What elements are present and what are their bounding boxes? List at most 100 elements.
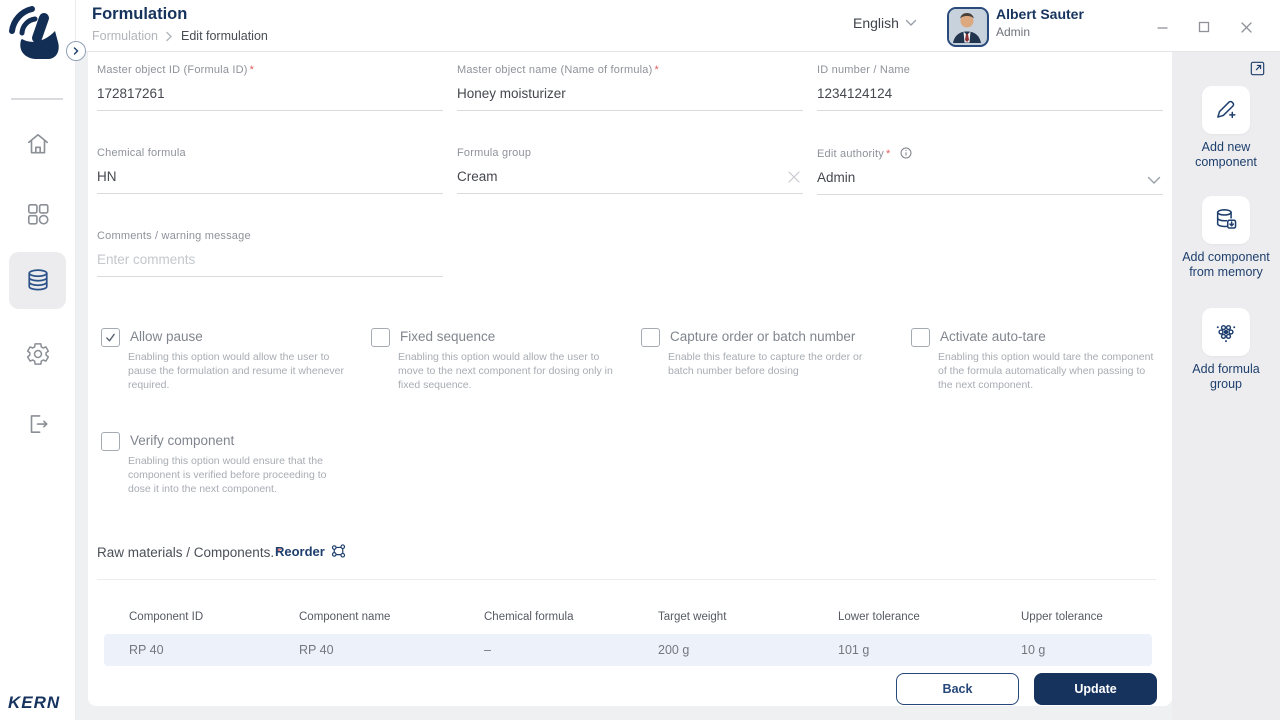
language-selector[interactable]: English — [853, 15, 917, 31]
apps-grid-icon — [25, 201, 51, 227]
info-icon[interactable] — [900, 147, 912, 159]
sidebar-item-settings[interactable] — [0, 326, 75, 382]
sidebar-item-database-active[interactable] — [9, 252, 66, 309]
window-close-button[interactable] — [1235, 16, 1257, 38]
components-section-title: Raw materials / Components. * — [97, 545, 282, 560]
section-divider — [97, 579, 1156, 580]
window-maximize-button[interactable] — [1193, 16, 1215, 38]
table-row[interactable]: RP 40 RP 40 – 200 g 101 g 10 g — [104, 634, 1152, 666]
col-header: Target weight — [658, 611, 727, 623]
master-object-id-input[interactable] — [97, 84, 443, 111]
chevron-right-icon — [72, 47, 80, 55]
master-object-name-input[interactable] — [457, 84, 803, 111]
kern-brand-text: KERN — [8, 693, 61, 712]
comments-input[interactable] — [97, 250, 443, 277]
back-button[interactable]: Back — [896, 673, 1019, 705]
cell-component-name: RP 40 — [299, 643, 334, 657]
cell-chemical-formula: – — [484, 643, 491, 657]
window-minimize-button[interactable] — [1151, 16, 1173, 38]
option-label: Verify component — [130, 433, 235, 448]
left-sidebar: KERN — [0, 0, 75, 720]
chemical-formula-input[interactable] — [97, 167, 443, 194]
logout-icon — [25, 411, 51, 437]
field-label: ID number / Name — [817, 64, 911, 76]
add-new-component-button[interactable]: Add new component — [1172, 86, 1280, 171]
reorder-label: Reorder — [275, 543, 325, 559]
field-chemical-formula: Chemical formula — [97, 147, 443, 194]
cell-lower-tolerance: 101 g — [838, 643, 870, 657]
components-table-header: Component ID Component name Chemical for… — [104, 601, 1152, 633]
field-edit-authority: Edit authority * — [817, 147, 1163, 195]
settings-gear-icon — [25, 341, 51, 367]
option-capture-order-batch: Capture order or batch number Enable thi… — [641, 328, 893, 379]
breadcrumb-parent[interactable]: Formulation — [92, 29, 158, 43]
checkbox[interactable] — [911, 328, 930, 347]
field-label: Chemical formula — [97, 147, 186, 159]
chevron-down-icon[interactable] — [1147, 176, 1161, 185]
cell-upper-tolerance: 10 g — [1021, 643, 1046, 657]
breadcrumb-chevron-icon — [165, 31, 174, 42]
formula-group-input[interactable] — [457, 167, 803, 194]
touch-hand-logo-icon — [8, 5, 68, 63]
reorder-button[interactable]: Reorder — [275, 543, 347, 559]
option-description: Enable this feature to capture the order… — [668, 351, 863, 377]
col-header: Component name — [299, 611, 391, 623]
user-avatar[interactable] — [947, 7, 989, 47]
sidebar-item-home[interactable] — [0, 116, 75, 172]
expand-panel-icon[interactable] — [1249, 60, 1266, 77]
option-label: Fixed sequence — [400, 329, 496, 344]
cell-component-id: RP 40 — [129, 643, 164, 657]
top-header: Formulation Formulation Edit formulation… — [75, 0, 1280, 52]
option-verify-component: Verify component Enabling this option wo… — [101, 432, 353, 497]
field-formula-group: Formula group — [457, 147, 803, 194]
clear-field-icon[interactable] — [787, 170, 801, 184]
sidebar-item-apps[interactable] — [0, 186, 75, 242]
update-button[interactable]: Update — [1034, 673, 1157, 705]
right-action-panel: Add new component Add component from mem… — [1172, 51, 1280, 720]
col-header: Component ID — [129, 611, 204, 623]
page-title: Formulation — [92, 5, 188, 23]
edit-authority-select[interactable] — [817, 168, 1163, 195]
option-fixed-sequence: Fixed sequence Enabling this option woul… — [371, 328, 623, 393]
field-label: Master object ID (Formula ID) — [97, 64, 248, 76]
required-asterisk: * — [886, 148, 891, 160]
field-master-object-name: Master object name (Name of formula) * — [457, 64, 803, 111]
checkbox[interactable] — [641, 328, 660, 347]
option-description: Enabling this option would ensure that t… — [128, 455, 327, 495]
id-number-input[interactable] — [817, 84, 1163, 111]
col-header: Chemical formula — [484, 611, 574, 623]
checkbox[interactable] — [101, 432, 120, 451]
field-id-number: ID number / Name — [817, 64, 1163, 111]
col-header: Lower tolerance — [838, 611, 920, 623]
action-label: Add component from memory — [1182, 250, 1270, 280]
user-name: Albert Sauter — [996, 6, 1084, 22]
cell-target-weight: 200 g — [658, 643, 690, 657]
field-label: Master object name (Name of formula) — [457, 64, 653, 76]
components-table: Component ID Component name Chemical for… — [104, 601, 1152, 666]
user-role: Admin — [996, 25, 1031, 39]
sidebar-item-logout[interactable] — [0, 396, 75, 452]
required-asterisk: * — [249, 64, 255, 76]
action-label: Add formula group — [1192, 362, 1260, 392]
option-description: Enabling this option would allow the use… — [398, 351, 613, 391]
checkbox[interactable] — [371, 328, 390, 347]
action-label: Add new component — [1195, 140, 1257, 170]
home-icon — [25, 131, 51, 157]
reorder-flow-icon — [330, 543, 347, 559]
option-description: Enabling this option would tare the comp… — [938, 351, 1154, 391]
required-asterisk: * — [654, 64, 659, 76]
option-label: Allow pause — [130, 329, 203, 344]
add-formula-group-button[interactable]: Add formula group — [1172, 308, 1280, 393]
database-import-icon — [1213, 207, 1239, 233]
kern-brand-logo: KERN — [8, 693, 60, 713]
option-label: Activate auto-tare — [940, 329, 1046, 344]
checkbox[interactable] — [101, 328, 120, 347]
sidebar-expand-button[interactable] — [66, 41, 86, 61]
field-master-object-id: Master object ID (Formula ID) * — [97, 64, 443, 111]
add-component-from-memory-button[interactable]: Add component from memory — [1172, 196, 1280, 281]
molecule-icon — [1213, 319, 1239, 345]
field-comments: Comments / warning message — [97, 230, 443, 277]
language-label: English — [853, 15, 899, 31]
col-header: Upper tolerance — [1021, 611, 1103, 623]
chevron-down-icon — [905, 19, 917, 27]
